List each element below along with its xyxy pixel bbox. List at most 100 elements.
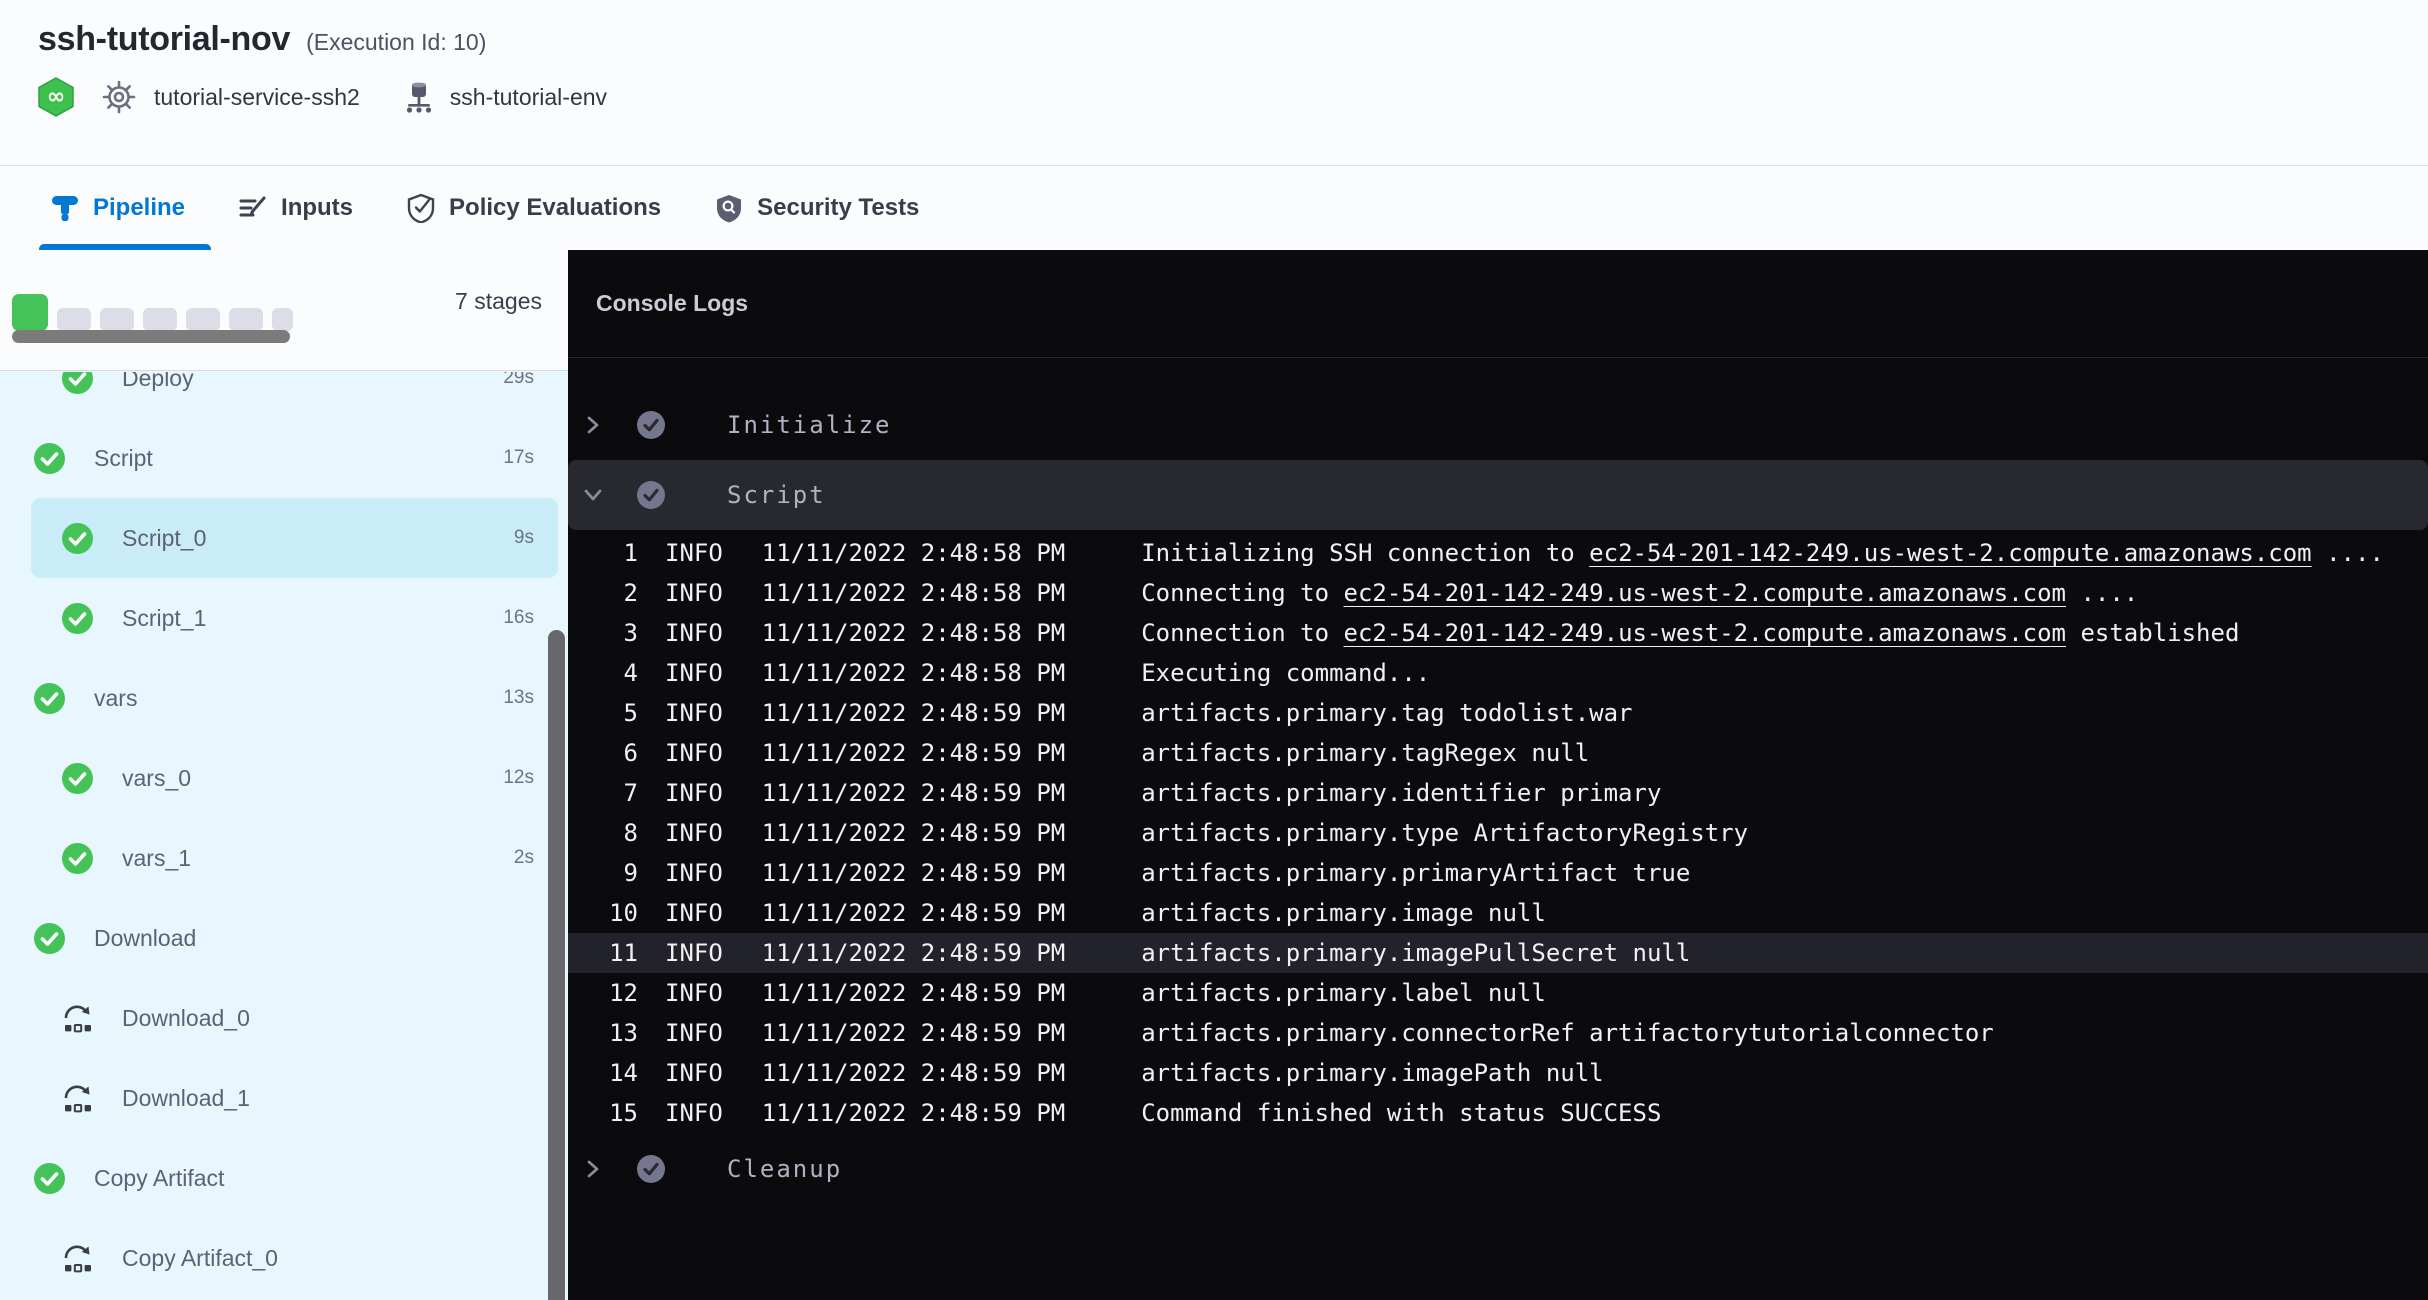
log-message: artifacts.primary.type ArtifactoryRegist… bbox=[1141, 819, 1748, 847]
log-message: artifacts.primary.tag todolist.war bbox=[1141, 699, 1632, 727]
log-line-number: 1 bbox=[568, 539, 638, 567]
log-level: INFO bbox=[665, 819, 723, 847]
stage-duration: 17s bbox=[503, 447, 558, 469]
log-section-header[interactable]: Script bbox=[568, 460, 2428, 530]
vertical-scrollbar[interactable] bbox=[548, 630, 565, 1300]
success-check-icon bbox=[62, 603, 93, 634]
stage-count: 7 stages bbox=[455, 288, 542, 315]
log-line: 2 INFO 11/11/2022 2:48:58 PM Connecting … bbox=[568, 573, 2428, 613]
log-line: 11 INFO 11/11/2022 2:48:59 PM artifacts.… bbox=[568, 933, 2428, 973]
stage-label: Copy Artifact_0 bbox=[122, 1245, 278, 1272]
service-name[interactable]: tutorial-service-ssh2 bbox=[154, 84, 360, 111]
stage-row[interactable]: Download_0 bbox=[31, 978, 558, 1058]
log-text: .... bbox=[2312, 539, 2384, 567]
log-text: artifacts.primary.image null bbox=[1141, 899, 1546, 927]
section-success-icon bbox=[637, 1155, 665, 1183]
stage-row[interactable]: Script 17s bbox=[31, 418, 558, 498]
log-line-number: 12 bbox=[568, 979, 638, 1007]
log-link[interactable]: ec2-54-201-142-249.us-west-2.compute.ama… bbox=[1589, 539, 2311, 567]
console-log-area: Initialize Script 1 INFO 11/11/2022 2:48… bbox=[568, 358, 2428, 1204]
log-line: 9 INFO 11/11/2022 2:48:59 PM artifacts.p… bbox=[568, 853, 2428, 893]
environment-name[interactable]: ssh-tutorial-env bbox=[450, 84, 607, 111]
log-level: INFO bbox=[665, 739, 723, 767]
log-text: artifacts.primary.identifier primary bbox=[1141, 779, 1661, 807]
log-link[interactable]: ec2-54-201-142-249.us-west-2.compute.ama… bbox=[1344, 619, 2066, 647]
success-check-icon bbox=[34, 443, 65, 474]
stage-row[interactable]: Copy Artifact bbox=[31, 1138, 558, 1218]
stage-duration: 29s bbox=[503, 372, 558, 389]
stage-row[interactable]: Script_0 9s bbox=[31, 498, 558, 578]
command-step-icon bbox=[62, 1083, 93, 1114]
tab-label: Security Tests bbox=[757, 194, 919, 222]
stage-row[interactable]: Download bbox=[31, 898, 558, 978]
stage-row[interactable]: Download_1 bbox=[31, 1058, 558, 1138]
log-text: artifacts.primary.tag todolist.war bbox=[1141, 699, 1632, 727]
log-message: artifacts.primary.primaryArtifact true bbox=[1141, 859, 1690, 887]
log-line: 5 INFO 11/11/2022 2:48:59 PM artifacts.p… bbox=[568, 693, 2428, 733]
log-timestamp: 11/11/2022 2:48:59 PM bbox=[762, 699, 1065, 727]
tab-policy-evaluations[interactable]: Policy Evaluations bbox=[406, 166, 661, 250]
execution-meta-row: ∞ tutorial-service-ssh2 ssh-tutorial-env bbox=[0, 77, 2428, 117]
log-level: INFO bbox=[665, 1059, 723, 1087]
log-line-number: 8 bbox=[568, 819, 638, 847]
stage-row[interactable]: vars_1 2s bbox=[31, 818, 558, 898]
log-line-number: 10 bbox=[568, 899, 638, 927]
log-message: artifacts.primary.identifier primary bbox=[1141, 779, 1661, 807]
log-link[interactable]: ec2-54-201-142-249.us-west-2.compute.ama… bbox=[1344, 579, 2066, 607]
success-check-icon bbox=[62, 372, 93, 394]
gear-icon bbox=[102, 80, 136, 114]
stage-row[interactable]: vars 13s bbox=[31, 658, 558, 738]
tab-label: Pipeline bbox=[93, 194, 185, 222]
stage-duration: 9s bbox=[514, 527, 558, 549]
execution-id: (Execution Id: 10) bbox=[306, 29, 486, 56]
log-line-number: 6 bbox=[568, 739, 638, 767]
log-text: Initializing SSH connection to bbox=[1141, 539, 1589, 567]
stage-list: Deploy 29s Script 17s Script_0 9s bbox=[0, 372, 568, 1300]
log-line: 10 INFO 11/11/2022 2:48:59 PM artifacts.… bbox=[568, 893, 2428, 933]
page-title: ssh-tutorial-nov bbox=[38, 20, 290, 59]
log-text: artifacts.primary.label null bbox=[1141, 979, 1546, 1007]
console-title: Console Logs bbox=[596, 290, 748, 317]
stage-label: Download bbox=[94, 925, 196, 952]
log-text: artifacts.primary.imagePullSecret null bbox=[1141, 939, 1690, 967]
inputs-icon bbox=[238, 193, 268, 223]
log-text: .... bbox=[2066, 579, 2138, 607]
pipeline-icon bbox=[50, 193, 80, 223]
command-step-icon bbox=[62, 1003, 93, 1034]
log-line-number: 5 bbox=[568, 699, 638, 727]
horizontal-scrollbar[interactable] bbox=[12, 330, 290, 343]
policy-shield-icon bbox=[406, 193, 436, 223]
tab-security-tests[interactable]: Security Tests bbox=[714, 166, 919, 250]
log-timestamp: 11/11/2022 2:48:58 PM bbox=[762, 619, 1065, 647]
stage-row[interactable]: vars_0 12s bbox=[31, 738, 558, 818]
progress-square-complete bbox=[12, 294, 48, 331]
tab-pipeline[interactable]: Pipeline bbox=[50, 166, 185, 250]
title-row: ssh-tutorial-nov (Execution Id: 10) bbox=[0, 0, 2428, 59]
log-line-number: 3 bbox=[568, 619, 638, 647]
log-line-number: 2 bbox=[568, 579, 638, 607]
log-text: artifacts.primary.type ArtifactoryRegist… bbox=[1141, 819, 1748, 847]
stage-label: vars_0 bbox=[122, 765, 191, 792]
progress-square-pending bbox=[186, 308, 220, 331]
stage-label: Script_1 bbox=[122, 605, 206, 632]
stage-label: vars_1 bbox=[122, 845, 191, 872]
tab-inputs[interactable]: Inputs bbox=[238, 166, 353, 250]
log-timestamp: 11/11/2022 2:48:59 PM bbox=[762, 939, 1065, 967]
log-line: 7 INFO 11/11/2022 2:48:59 PM artifacts.p… bbox=[568, 773, 2428, 813]
log-level: INFO bbox=[665, 779, 723, 807]
log-level: INFO bbox=[665, 899, 723, 927]
security-shield-icon bbox=[714, 193, 744, 223]
stage-row[interactable]: Copy Artifact_0 bbox=[31, 1218, 558, 1298]
log-section-header[interactable]: Cleanup bbox=[568, 1134, 2428, 1204]
log-message: artifacts.primary.image null bbox=[1141, 899, 1546, 927]
log-section-header[interactable]: Initialize bbox=[568, 390, 2428, 460]
log-level: INFO bbox=[665, 539, 723, 567]
stage-row[interactable]: Deploy 29s bbox=[31, 372, 558, 418]
chevron-right-icon bbox=[582, 1158, 604, 1180]
log-timestamp: 11/11/2022 2:48:59 PM bbox=[762, 779, 1065, 807]
log-message: artifacts.primary.imagePullSecret null bbox=[1141, 939, 1690, 967]
log-line: 8 INFO 11/11/2022 2:48:59 PM artifacts.p… bbox=[568, 813, 2428, 853]
stage-row[interactable]: Script_1 16s bbox=[31, 578, 558, 658]
command-step-icon bbox=[62, 1243, 93, 1274]
log-level: INFO bbox=[665, 579, 723, 607]
